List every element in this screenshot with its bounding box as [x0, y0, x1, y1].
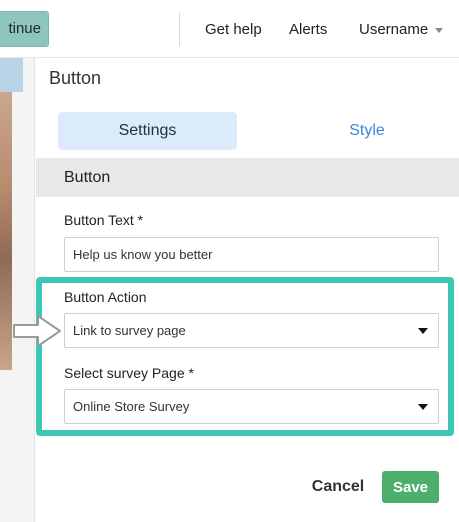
- button-action-label: Button Action: [64, 289, 147, 305]
- top-bar: tinue Get help Alerts Username: [0, 0, 459, 58]
- dropdown-arrow-icon: [418, 404, 428, 410]
- dropdown-arrow-icon: [418, 328, 428, 334]
- user-menu[interactable]: Username: [359, 21, 444, 38]
- survey-page-label: Select survey Page *: [64, 365, 194, 381]
- topbar-divider: [179, 12, 180, 46]
- cancel-button[interactable]: Cancel: [307, 471, 369, 503]
- survey-page-value: Online Store Survey: [73, 399, 190, 414]
- tab-settings[interactable]: Settings: [58, 112, 237, 150]
- button-text-label: Button Text *: [64, 212, 144, 228]
- continue-button[interactable]: tinue: [0, 11, 49, 47]
- get-help-link[interactable]: Get help: [205, 21, 262, 38]
- preview-frame: [0, 58, 23, 92]
- pointer-arrow-icon: [13, 315, 61, 347]
- save-button[interactable]: Save: [382, 471, 439, 503]
- button-text-input[interactable]: [64, 237, 439, 272]
- chevron-down-icon: [435, 28, 444, 33]
- survey-page-select[interactable]: Online Store Survey: [64, 389, 439, 424]
- panel-title: Button: [49, 68, 102, 88]
- button-action-select[interactable]: Link to survey page: [64, 313, 439, 348]
- username-label: Username: [359, 21, 429, 38]
- section-header: Button: [36, 158, 459, 197]
- tab-style[interactable]: Style: [278, 112, 456, 150]
- button-action-value: Link to survey page: [73, 323, 186, 338]
- alerts-link[interactable]: Alerts: [289, 21, 327, 38]
